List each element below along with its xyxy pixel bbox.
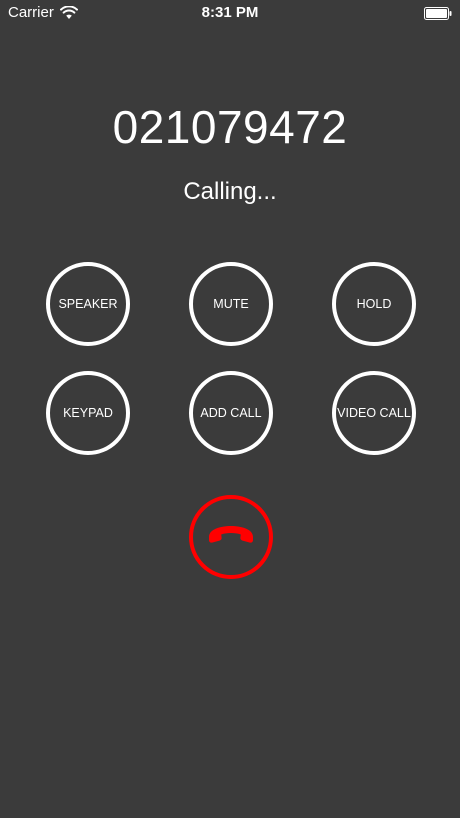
speaker-button[interactable]: SPEAKER (46, 262, 130, 346)
video-call-button[interactable]: VIDEO CALL (332, 371, 416, 455)
keypad-label: KEYPAD (63, 406, 113, 420)
battery-icon (424, 7, 452, 20)
status-bar: Carrier 8:31 PM (0, 0, 460, 28)
keypad-button[interactable]: KEYPAD (46, 371, 130, 455)
video-call-label: VIDEO CALL (337, 406, 411, 420)
add-call-button[interactable]: ADD CALL (189, 371, 273, 455)
speaker-label: SPEAKER (58, 297, 118, 311)
call-status: Calling... (183, 178, 277, 205)
hold-button[interactable]: HOLD (332, 262, 416, 346)
mute-button[interactable]: MUTE (189, 262, 273, 346)
phone-number: 021079472 (112, 101, 348, 153)
end-call-icon (206, 523, 256, 552)
add-call-label: ADD CALL (200, 406, 262, 420)
mute-label: MUTE (213, 297, 249, 311)
hold-label: HOLD (356, 297, 392, 311)
call-screen: Carrier 8:31 PM 021079472 Calling... SPE… (0, 0, 460, 818)
status-time: 8:31 PM (201, 4, 259, 21)
end-call-button[interactable] (189, 495, 273, 579)
